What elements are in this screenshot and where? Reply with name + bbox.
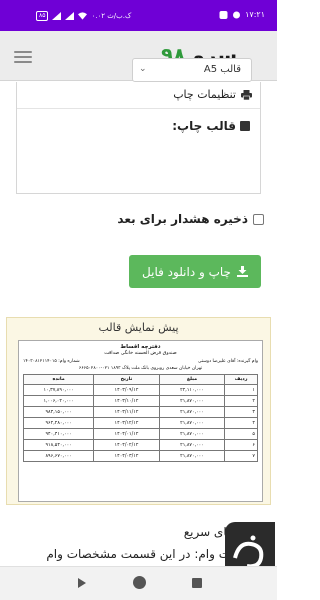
wifi-icon <box>78 12 88 20</box>
table-cell: ۱۴۰۴/۰۲/۱۲ <box>93 439 160 451</box>
table-cell: ۱۴۰۳/۱۱/۱۲ <box>93 406 160 418</box>
table-cell: ۲۱,۸۷۰,۰۰۰ <box>158 406 226 418</box>
card-divider <box>17 108 260 109</box>
table-cell: ۲۱,۸۷۰,۰۰۰ <box>158 428 226 440</box>
table-cell: ۹۸۴,۱۵۰,۰۰۰ <box>22 406 95 418</box>
table-row: ۷ ۲۱,۸۷۰,۰۰۰ ۱۴۰۴/۰۳/۱۲ ۸۹۶,۶۷۰,۰۰۰ <box>22 450 258 462</box>
table-row: ۴ ۲۱,۸۷۰,۰۰۰ ۱۴۰۳/۱۲/۱۲ ۹۶۲,۲۸۰,۰۰۰ <box>22 417 258 429</box>
table-cell: ۲۱,۸۷۰,۰۰۰ <box>158 439 226 451</box>
system-nav-bar <box>0 566 277 600</box>
table-cell: ۱۰,۳۷,۸۹۰,۰۰۰ <box>22 384 95 396</box>
recent-apps-icon[interactable] <box>192 578 202 588</box>
table-cell: ۶ <box>224 439 258 451</box>
doc-address: تهران خیابان سعدی روبروی بانک ملت پلاک ۱… <box>78 366 203 371</box>
download-icon <box>236 266 248 277</box>
table-cell: ۵ <box>224 428 258 440</box>
table-cell: ۳ <box>224 406 258 418</box>
installment-table: ردیف مبلغ تاریخ مانده ۱ ۲۲,۱۱۰,۰۰۰ ۱۴۰۳/… <box>22 374 258 462</box>
table-cell: ۲ <box>224 395 258 407</box>
table-row: ۲ ۲۱,۸۷۰,۰۰۰ ۱۴۰۳/۱۰/۱۲ ۱,۰۰۶,۰۲۰,۰۰۰ <box>22 395 258 407</box>
doc-title: دفترچه اقساط <box>120 344 161 350</box>
preview-title: پیش نمایش قالب <box>98 321 179 334</box>
table-cell: ۱۴۰۴/۰۱/۱۲ <box>93 428 160 440</box>
doc-subtitle: صندوق قرض الحسنه خانگی صداقت <box>104 351 177 356</box>
table-row: ۵ ۲۱,۸۷۰,۰۰۰ ۱۴۰۴/۰۱/۱۲ ۹۴۰,۴۱۰,۰۰۰ <box>22 428 258 440</box>
table-cell: ۱ <box>224 384 258 396</box>
table-cell: ۱۴۰۳/۱۰/۱۲ <box>93 395 160 407</box>
table-cell: ۲۱,۸۷۰,۰۰۰ <box>158 417 226 429</box>
save-warning-checkbox[interactable] <box>253 213 264 225</box>
chevron-down-icon: ⌄ <box>139 64 147 74</box>
template-label-text: قالب چاپ: <box>172 119 236 133</box>
app-notification-icon <box>233 11 241 18</box>
doc-loan-number: شماره وام: ۱۴۰۳۰۸۱۲۱۱۴۰۱۵ <box>23 359 80 364</box>
table-header-row: ردیف مبلغ تاریخ مانده <box>22 374 258 385</box>
template-select[interactable]: قالب A5 ⌄ <box>132 58 252 82</box>
table-cell: ۲۲,۱۱۰,۰۰۰ <box>158 384 226 396</box>
status-left: ۸۵ ۰.۰۲ ک.ب/ث <box>36 11 131 21</box>
signal-icon <box>52 12 62 20</box>
save-warning-row[interactable]: ذخیره هشدار برای بعد <box>117 212 264 226</box>
notification-icon <box>219 10 228 19</box>
col-header: مبلغ <box>158 374 226 385</box>
status-bar: ۸۵ ۰.۰۲ ک.ب/ث ۱۷:۲۱ <box>0 0 277 31</box>
doc-borrower: وام گیرنده: آقای علیرضا دوستی <box>198 359 258 364</box>
table-cell: ۱۴۰۴/۰۳/۱۲ <box>93 450 160 462</box>
battery-icon: ۸۵ <box>36 11 49 21</box>
print-download-label: چاپ و دانلود فایل <box>142 264 231 279</box>
print-settings-card: تنظیمات چاپ قالب چاپ: <box>16 82 261 194</box>
print-settings-title: تنظیمات چاپ <box>173 88 252 101</box>
clock: ۱۷:۲۱ <box>245 10 265 19</box>
network-speed: ۰.۰۲ ک.ب/ث <box>91 12 132 20</box>
table-row: ۳ ۲۱,۸۷۰,۰۰۰ ۱۴۰۳/۱۱/۱۲ ۹۸۴,۱۵۰,۰۰۰ <box>22 406 258 418</box>
table-cell: ۹۶۲,۲۸۰,۰۰۰ <box>22 417 95 429</box>
print-settings-label: تنظیمات چاپ <box>173 88 236 101</box>
table-cell: ۹۱۸,۵۴۰,۰۰۰ <box>22 439 95 451</box>
installment-document: دفترچه اقساط صندوق قرض الحسنه خانگی صداق… <box>18 340 263 502</box>
table-cell: ۸۹۶,۶۷۰,۰۰۰ <box>22 450 95 462</box>
print-download-button[interactable]: چاپ و دانلود فایل <box>129 255 261 288</box>
col-header: ردیف <box>224 374 258 385</box>
table-cell: ۱۴۰۳/۱۲/۱۲ <box>93 417 160 429</box>
template-select-value: قالب A5 <box>203 64 241 75</box>
table-cell: ۱۴۰۳/۰۹/۱۲ <box>93 384 160 396</box>
table-cell: ۱,۰۰۶,۰۲۰,۰۰۰ <box>22 395 95 407</box>
printer-icon <box>241 89 252 100</box>
table-cell: ۴ <box>224 417 258 429</box>
save-warning-label: ذخیره هشدار برای بعد <box>117 212 248 226</box>
template-label: قالب چاپ: <box>172 119 250 133</box>
table-cell: ۲۱,۸۷۰,۰۰۰ <box>158 450 226 462</box>
menu-icon[interactable] <box>14 51 32 63</box>
signal-2-icon <box>65 12 75 20</box>
table-row: ۶ ۲۱,۸۷۰,۰۰۰ ۱۴۰۴/۰۲/۱۲ ۹۱۸,۵۴۰,۰۰۰ <box>22 439 258 451</box>
back-icon[interactable] <box>78 578 86 588</box>
home-icon[interactable] <box>133 576 146 589</box>
col-header: مانده <box>22 374 95 385</box>
col-header: تاریخ <box>93 374 160 385</box>
status-right: ۱۷:۲۱ <box>219 10 265 19</box>
doc-info-row: وام گیرنده: آقای علیرضا دوستی شماره وام:… <box>23 359 258 364</box>
table-cell: ۷ <box>224 450 258 462</box>
table-cell: ۹۴۰,۴۱۰,۰۰۰ <box>22 428 95 440</box>
template-icon <box>240 121 250 131</box>
template-preview: پیش نمایش قالب دفترچه اقساط صندوق قرض ال… <box>6 317 271 505</box>
table-cell: ۲۱,۸۷۰,۰۰۰ <box>158 395 226 407</box>
table-row: ۱ ۲۲,۱۱۰,۰۰۰ ۱۴۰۳/۰۹/۱۲ ۱۰,۳۷,۸۹۰,۰۰۰ <box>22 384 258 396</box>
